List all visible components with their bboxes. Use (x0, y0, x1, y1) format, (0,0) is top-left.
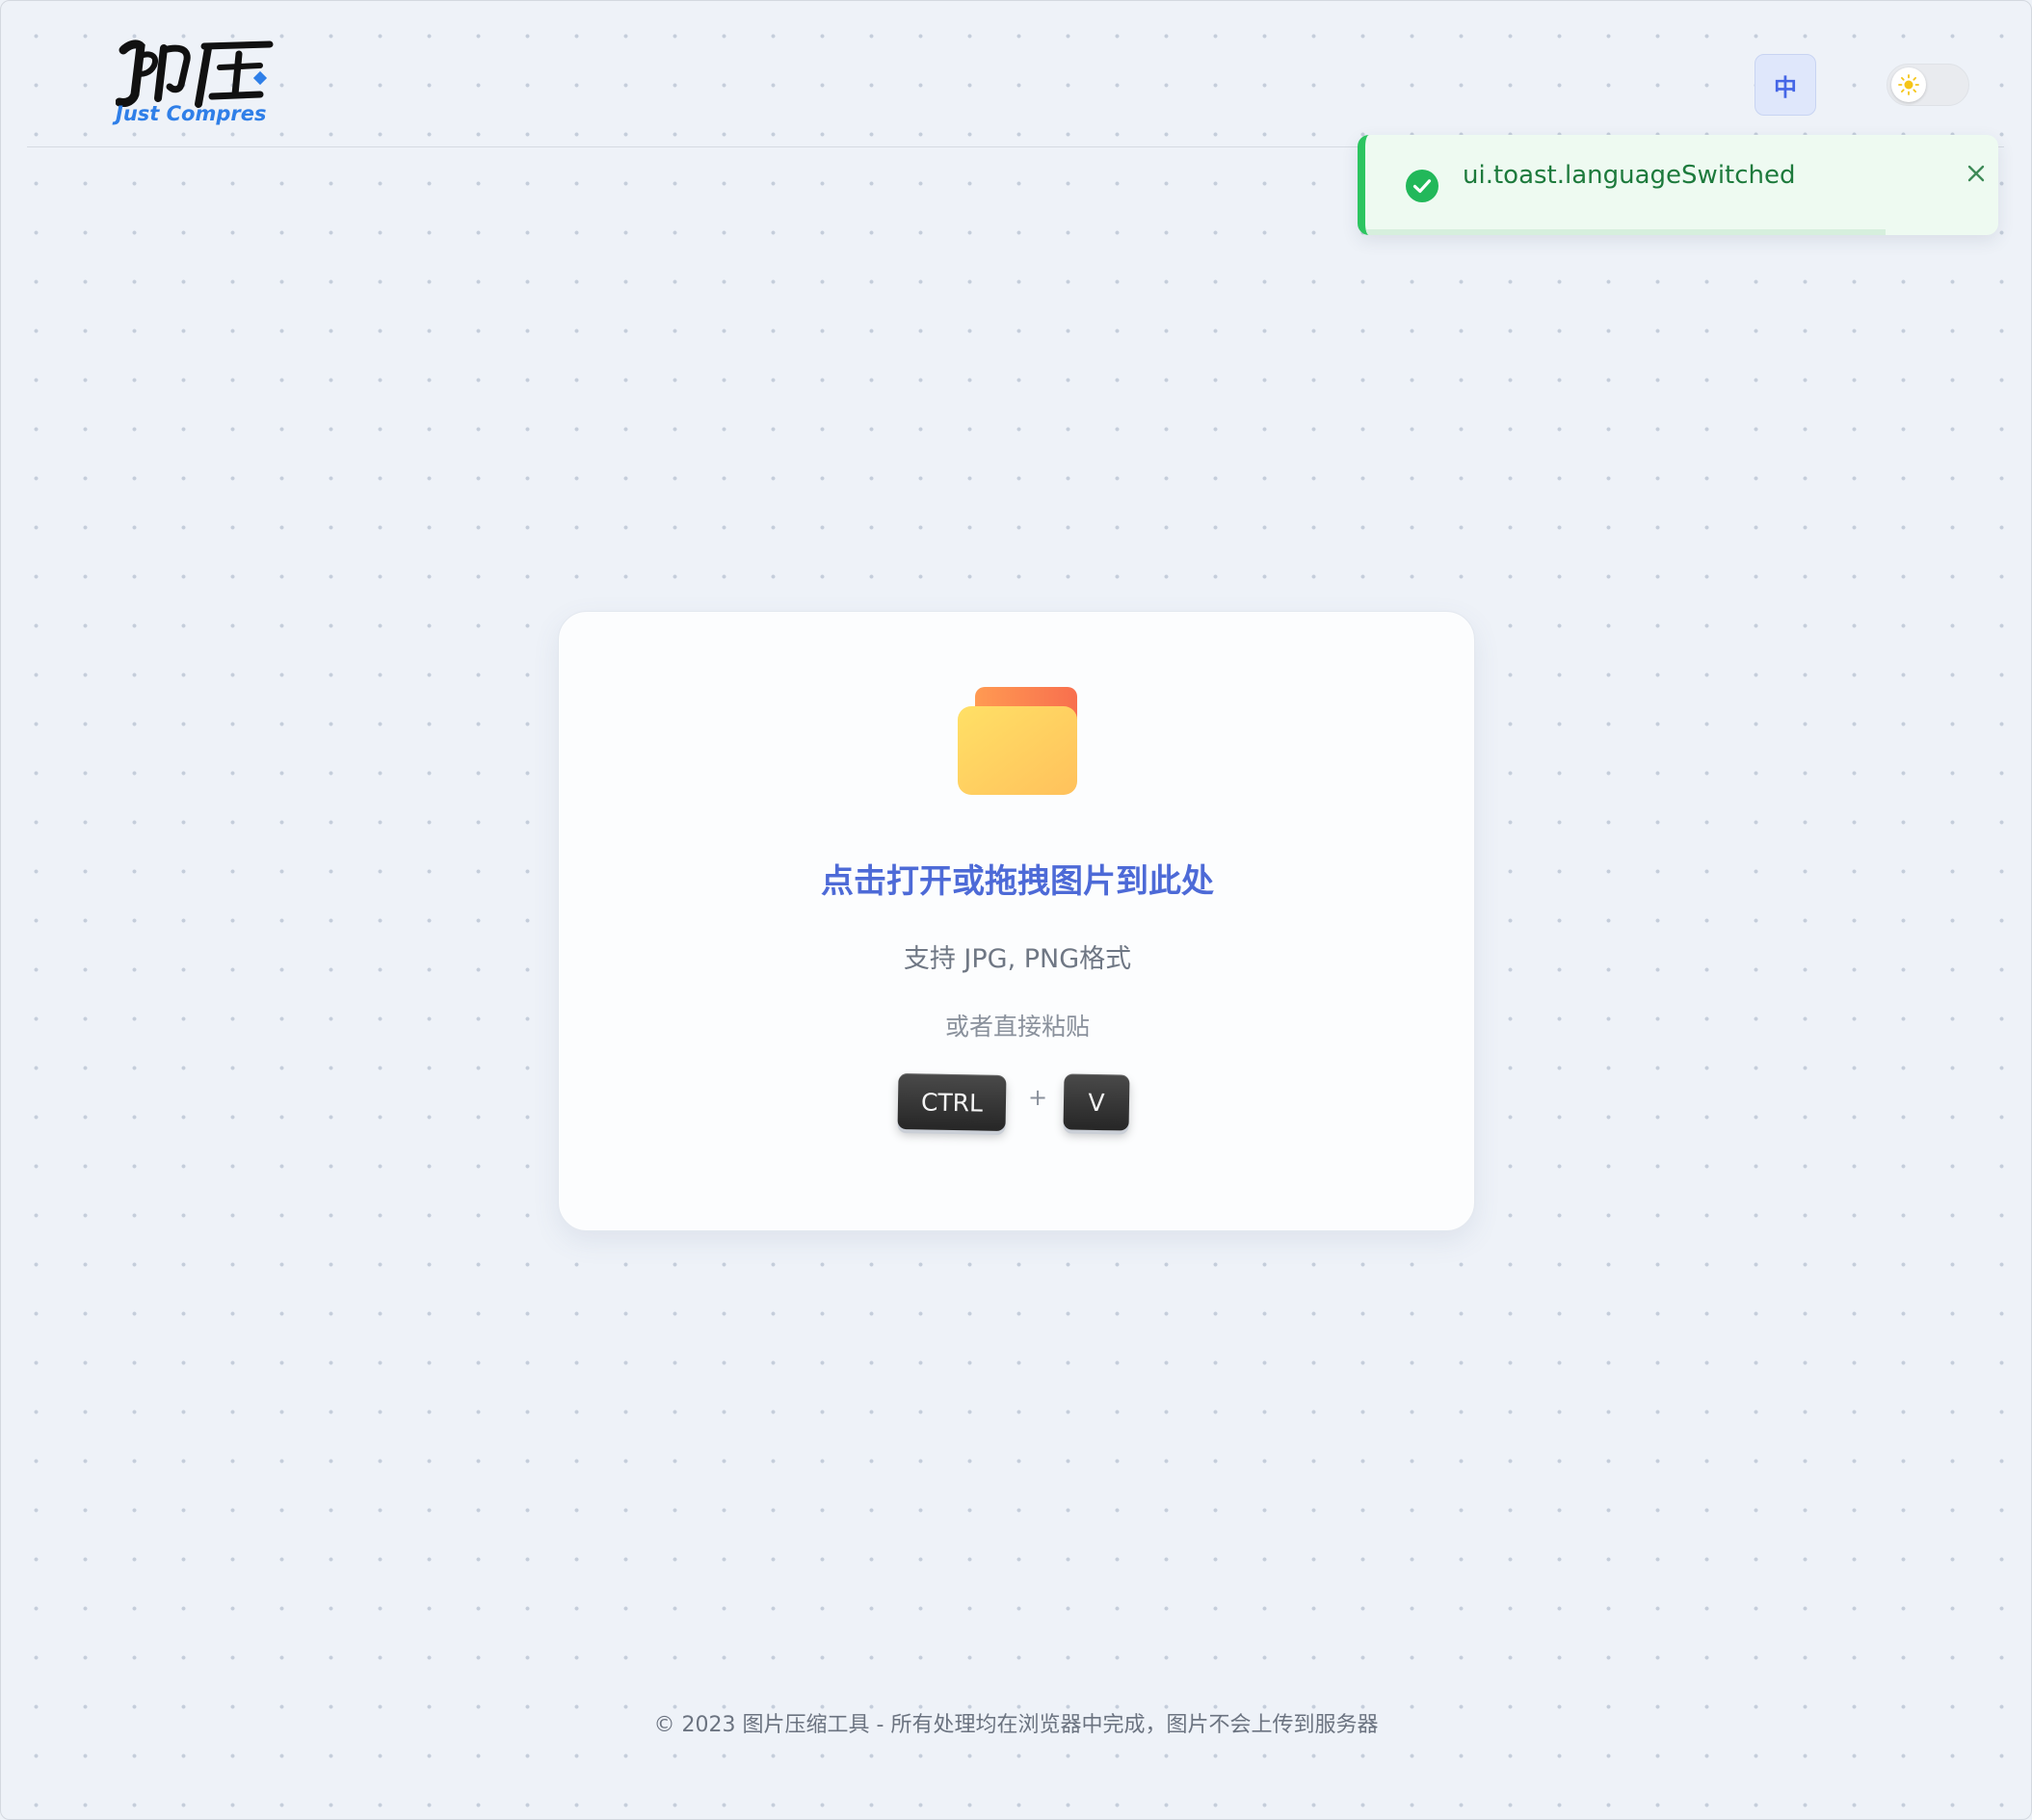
v-key: V (1063, 1073, 1130, 1131)
language-switch-button[interactable]: 中 (1755, 54, 1816, 116)
check-circle-icon (1406, 170, 1438, 202)
paste-hint-text: 或者直接粘贴 (944, 1013, 1090, 1041)
upload-dropzone[interactable]: 点击打开或拖拽图片到此处 支持 JPG, PNG格式 或者直接粘贴 CTRL +… (558, 611, 1475, 1231)
toast-progress-bar (1365, 229, 1886, 235)
toast-message: ui.toast.languageSwitched (1463, 161, 1796, 190)
theme-toggle-knob (1891, 67, 1926, 102)
shortcut-plus: + (1028, 1084, 1048, 1111)
close-icon[interactable] (1964, 161, 1989, 186)
app-header: Just Compres 中 (27, 0, 2004, 147)
upload-title: 点击打开或拖拽图片到此处 (821, 862, 1214, 901)
logo-subtitle: Just Compres (116, 102, 267, 125)
folder-icon (958, 687, 1077, 795)
brand-logo[interactable]: Just Compres (116, 39, 279, 135)
sun-icon (1898, 74, 1919, 95)
theme-toggle[interactable] (1887, 64, 1969, 106)
toast-notification: ui.toast.languageSwitched (1358, 135, 1998, 235)
footer-text: © 2023 图片压缩工具 - 所有处理均在浏览器中完成，图片不会上传到服务器 (653, 1713, 1379, 1737)
ctrl-key: CTRL (897, 1073, 1007, 1131)
supported-formats-text: 支持 JPG, PNG格式 (903, 944, 1132, 974)
